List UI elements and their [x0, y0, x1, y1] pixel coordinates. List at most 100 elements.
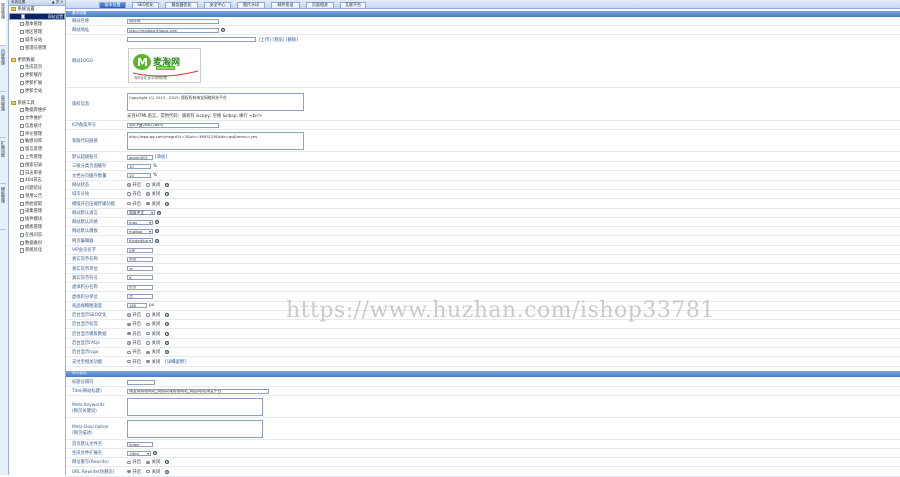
tree-item[interactable]: 在线问答 — [9, 231, 65, 239]
tree-item[interactable]: 上传管理 — [9, 153, 65, 161]
radio-off[interactable] — [146, 201, 150, 206]
copyright-textarea[interactable]: Copyright (C) 2013 - 2015, 版权所有淘宝网络科技平台 — [127, 93, 304, 111]
kefu-textarea[interactable]: http://wpa.qq.com/msgrd?v=3&uin=3693129&… — [127, 132, 304, 150]
tree-item[interactable]: 领用公告 — [9, 192, 65, 200]
radio-off[interactable] — [146, 322, 150, 327]
editor-select[interactable]: Kindeditor ▾ — [127, 238, 153, 244]
tab-connect[interactable]: 互联平台 — [340, 1, 366, 9]
help-icon[interactable]: ? — [155, 220, 159, 225]
html-ext-select[interactable]: .html ▾ — [127, 450, 151, 456]
tree-item[interactable]: 生成首页 — [9, 63, 65, 71]
radio-on[interactable] — [127, 341, 131, 345]
radio-off[interactable] — [146, 469, 150, 474]
help-icon[interactable]: ? — [155, 238, 159, 243]
tab-basic[interactable]: 基本设置 — [99, 1, 126, 9]
tree-item[interactable]: 基本管理 — [9, 20, 65, 28]
tab-watermark[interactable]: 图片水印 — [237, 1, 265, 9]
tree-item[interactable]: 404日志 — [9, 176, 65, 184]
tree-item[interactable]: 系统优化 — [9, 247, 65, 255]
money-name-input[interactable]: 资金 — [127, 256, 153, 262]
help-icon[interactable]: ? — [165, 322, 170, 327]
side-tab-3[interactable]: 扩展功能 — [0, 138, 6, 184]
radio-on[interactable] — [127, 469, 131, 474]
site-url-input[interactable]: http://mailtao.94ipac.net/ — [127, 27, 219, 33]
vip-name-input[interactable]: VIP — [127, 247, 153, 253]
help-icon[interactable]: ? — [165, 331, 170, 336]
default-lang-select[interactable]: 简体中文 ▾ — [127, 210, 155, 216]
radio-on[interactable] — [127, 460, 131, 465]
radio-off[interactable] — [146, 460, 150, 465]
radio-off[interactable] — [146, 350, 150, 355]
radio-on[interactable] — [127, 322, 131, 327]
default-member-input[interactable]: gaven001 — [127, 154, 153, 160]
radio-on[interactable] — [127, 350, 131, 355]
logo-delete-link[interactable]: [删除] — [286, 37, 298, 43]
tree-item[interactable]: 留言反馈 — [9, 145, 65, 153]
money-symbol-input[interactable]: ¥ — [127, 275, 153, 281]
tree-item[interactable]: 原始提取 — [9, 200, 65, 208]
tree-header-icons[interactable]: ▲ 关 X — [52, 0, 63, 5]
side-tab-0[interactable]: 常规管理 — [0, 0, 6, 46]
action-link[interactable]: [添加] — [155, 154, 167, 160]
cache-pct-input[interactable]: 10 — [127, 163, 151, 169]
radio-on[interactable] — [127, 359, 131, 364]
tab-seo[interactable]: SEO优化 — [132, 1, 159, 9]
radio-on[interactable] — [127, 201, 131, 206]
radio-off[interactable] — [146, 313, 150, 317]
tree-item[interactable]: 日志审查 — [9, 169, 65, 177]
tree-item[interactable]: 评论管理 — [9, 130, 65, 138]
list-cache-input[interactable]: 10 — [127, 173, 151, 179]
default-tpl-select[interactable]: maitao ▾ — [127, 228, 153, 234]
tree-item[interactable]: 采集管理 — [9, 208, 65, 216]
seo-desc-textarea[interactable] — [127, 420, 263, 438]
help-icon[interactable]: ? — [165, 341, 170, 345]
radio-off[interactable] — [146, 183, 150, 187]
tree-item[interactable]: 管理员管理 — [9, 44, 65, 52]
tree-item[interactable]: 地区管理 — [9, 28, 65, 36]
logo-path-input[interactable] — [127, 37, 256, 42]
seo-title-input[interactable]: 淘宝网购物网站_网购商城购物网站_网店网购|淘宝平台 — [127, 388, 269, 394]
radio-on[interactable] — [127, 313, 131, 317]
radio-on[interactable] — [127, 192, 131, 196]
credit-name-input[interactable]: 积分 — [127, 284, 153, 290]
site-name-input[interactable]: 海洋网 — [127, 18, 219, 24]
help-icon[interactable]: ? — [221, 28, 225, 32]
tree-item[interactable]: 插件模块 — [9, 215, 65, 223]
radio-on[interactable] — [127, 183, 131, 187]
help-icon[interactable]: ? — [153, 451, 157, 456]
tree-item[interactable]: 敏感词库 — [9, 137, 65, 145]
help-icon[interactable]: ? — [155, 229, 159, 234]
money-unit-input[interactable]: 元 — [127, 266, 153, 272]
logo-preview-link[interactable]: [预览] — [272, 37, 284, 43]
radio-off[interactable] — [146, 331, 150, 336]
side-tab-2[interactable]: 会员管理 — [0, 92, 6, 138]
tree-group[interactable]: 系统设置 — [9, 6, 65, 13]
radio-off[interactable] — [146, 341, 150, 345]
tab-page[interactable]: 页面相关 — [306, 1, 334, 9]
radio-off[interactable] — [146, 192, 150, 196]
help-icon[interactable]: ? — [165, 201, 170, 206]
credit-unit-input[interactable]: 点 — [127, 294, 153, 299]
detail-link[interactable]: [详细说明] — [165, 359, 186, 365]
tree-item[interactable]: 数据备份 — [9, 239, 65, 247]
help-icon[interactable]: ? — [165, 192, 170, 197]
tree-item[interactable]: 更新全站 — [9, 87, 65, 95]
tree-item[interactable]: 城市分站 — [9, 36, 65, 44]
thumb-width-input[interactable]: 180 — [127, 303, 147, 309]
logo-upload-link[interactable]: [上传] — [259, 37, 271, 43]
seo-keywords-textarea[interactable] — [127, 398, 263, 416]
tree-item[interactable]: 问题验证 — [9, 184, 65, 192]
tree-item[interactable]: 模板管理 — [9, 223, 65, 231]
default-style-select[interactable]: max ▾ — [127, 219, 153, 225]
index-file-input[interactable]: index — [127, 441, 153, 447]
help-icon[interactable]: ? — [165, 469, 170, 474]
tab-server[interactable]: 服务器优化 — [165, 1, 198, 9]
help-icon[interactable]: ? — [165, 460, 170, 465]
tree-item[interactable]: 更新扩展 — [9, 79, 65, 87]
help-icon[interactable]: ? — [157, 210, 161, 215]
tree-group[interactable]: 更新数据 — [9, 57, 65, 64]
icp-input[interactable]: 浙ICP备2881286号 — [127, 122, 219, 128]
tree-item[interactable]: 搜索记录 — [9, 161, 65, 169]
seo-sep-input[interactable]: _ — [127, 379, 155, 385]
help-icon[interactable]: ? — [165, 350, 170, 355]
